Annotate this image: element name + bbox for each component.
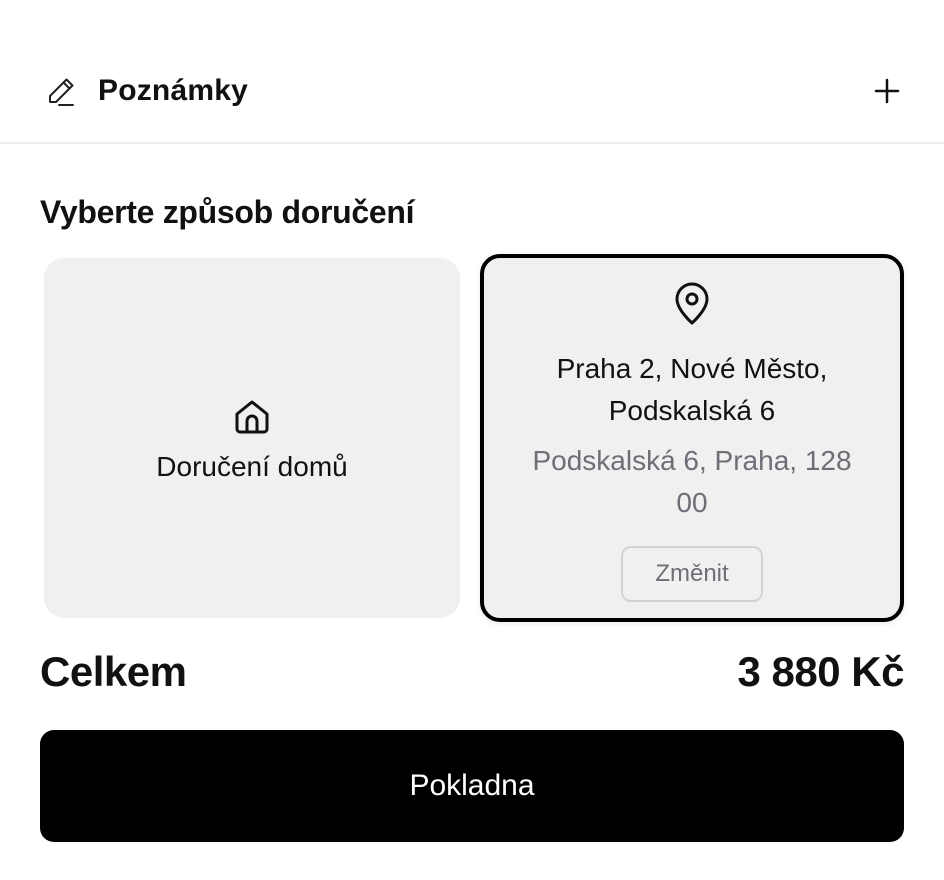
pickup-point-name: Praha 2, Nové Město, Podskalská 6 [556,353,828,426]
home-delivery-option[interactable]: Doručení domů [44,258,460,618]
notes-label: Poznámky [98,74,248,107]
map-pin-icon [675,282,709,325]
total-row: Celkem 3 880 Kč [40,648,905,696]
home-delivery-label: Doručení domů [156,451,348,482]
checkout-button[interactable]: Pokladna [40,730,904,842]
home-icon [235,400,269,434]
cart-summary-page: Poznámky Vyberte způsob doručení Doručen… [0,0,944,880]
delivery-section-title: Vyberte způsob doručení [40,194,415,230]
total-value: 3 880 Kč [737,648,905,695]
total-label: Celkem [40,648,187,695]
pencil-icon [44,74,78,108]
pickup-point-option[interactable]: Praha 2, Nové Město, Podskalská 6 Podska… [480,254,904,622]
notes-row[interactable]: Poznámky [0,40,944,144]
pickup-point-address: Podskalská 6, Praha, 128 00 [532,445,852,518]
change-pickup-button[interactable]: Změnit [621,546,763,602]
plus-icon[interactable] [870,74,904,108]
